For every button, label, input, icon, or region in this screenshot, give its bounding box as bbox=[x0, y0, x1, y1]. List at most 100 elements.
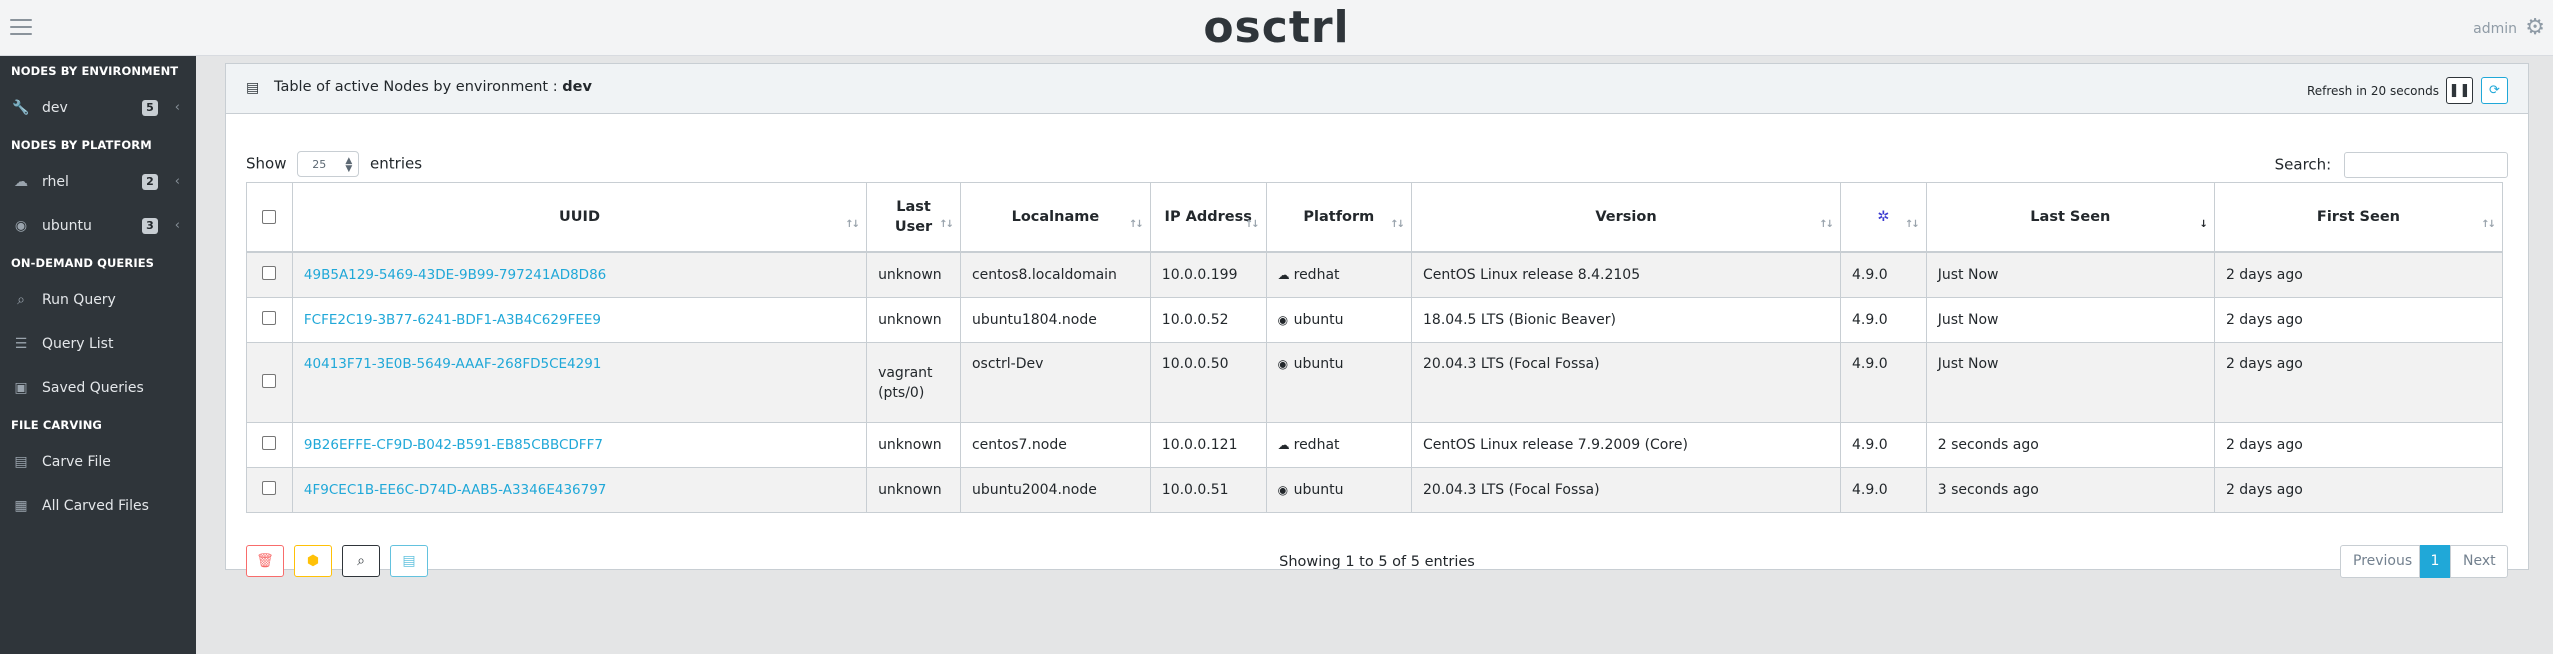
chevron-left-icon: ‹ bbox=[174, 100, 180, 115]
select-all-checkbox[interactable] bbox=[262, 210, 277, 224]
column-header-version[interactable]: Version ↑↓ bbox=[1411, 182, 1841, 253]
sidebar-item-run-query[interactable]: ⌕ Run Query bbox=[0, 278, 196, 322]
sidebar-item-label: Saved Queries bbox=[42, 380, 144, 396]
sort-icon: ↑↓ bbox=[1129, 219, 1144, 230]
menu-toggle-icon[interactable] bbox=[10, 19, 32, 37]
first-seen-cell: 2 days ago bbox=[2213, 467, 2504, 513]
sidebar-item-label: Carve File bbox=[42, 454, 111, 470]
column-header-uuid[interactable]: UUID ↑↓ bbox=[291, 182, 868, 253]
uuid-cell: 4F9CEC1B-EE6C-D74D-AAB5-A3346E436797 bbox=[291, 467, 868, 513]
first-seen-cell: 2 days ago bbox=[2213, 422, 2504, 468]
search-label: Search: bbox=[2274, 155, 2332, 174]
localname-cell: centos7.node bbox=[959, 422, 1151, 468]
node-uuid-link[interactable]: 49B5A129-5469-43DE-9B99-797241AD8D86 bbox=[304, 267, 606, 283]
page-length-select[interactable]: 25 ▲ ▼ bbox=[297, 151, 360, 177]
column-header-last-seen[interactable]: Last Seen ↓ bbox=[1925, 182, 2215, 253]
redhat-icon: ☁ bbox=[1277, 268, 1290, 282]
sidebar-item-saved-queries[interactable]: ▣ Saved Queries bbox=[0, 366, 196, 410]
table-row: 9B26EFFE-CF9D-B042-B591-EB85CBBCDFF7 unk… bbox=[246, 422, 2504, 468]
query-nodes-button[interactable]: ⌕ bbox=[342, 545, 380, 577]
node-uuid-link[interactable]: 4F9CEC1B-EE6C-D74D-AAB5-A3346E436797 bbox=[304, 482, 606, 498]
delete-nodes-button[interactable]: 🗑 bbox=[246, 545, 284, 577]
panel-title-env: dev bbox=[562, 79, 592, 95]
carve-nodes-button[interactable]: ▤ bbox=[390, 545, 428, 577]
sort-icon: ↑↓ bbox=[1904, 219, 1920, 230]
gear-icon[interactable]: ⚙ bbox=[2525, 15, 2545, 40]
count-badge: 2 bbox=[142, 174, 158, 190]
column-header-ip-address[interactable]: IP Address ↑↓ bbox=[1149, 182, 1267, 253]
column-label: Last Seen bbox=[2030, 209, 2111, 225]
row-checkbox[interactable] bbox=[262, 373, 277, 388]
page-1-button[interactable]: 1 bbox=[2420, 545, 2450, 578]
select-arrows-icon: ▲ ▼ bbox=[345, 156, 353, 174]
row-checkbox[interactable] bbox=[262, 311, 277, 325]
nodes-table: UUID ↑↓ Last User ↑↓ Localname ↑↓ IP Addres… bbox=[246, 182, 2504, 513]
next-page-button[interactable]: Next bbox=[2450, 545, 2508, 578]
refresh-button[interactable]: ⟳ bbox=[2481, 77, 2508, 104]
sidebar-item-dev[interactable]: 🔧 dev 5 ‹ bbox=[0, 86, 196, 130]
sidebar-item-query-list[interactable]: ☰ Query List bbox=[0, 322, 196, 366]
last-user-cell: unknown bbox=[866, 251, 961, 298]
osquery-version-cell: 4.9.0 bbox=[1840, 342, 1927, 423]
ip-cell: 10.0.0.121 bbox=[1149, 422, 1267, 468]
osquery-version-cell: 4.9.0 bbox=[1840, 422, 1927, 468]
panel-header: ▤ Table of active Nodes by environment :… bbox=[226, 64, 2528, 114]
sort-icon: ↑↓ bbox=[2481, 219, 2496, 230]
node-uuid-link[interactable]: 9B26EFFE-CF9D-B042-B591-EB85CBBCDFF7 bbox=[304, 437, 603, 453]
search-input[interactable] bbox=[2344, 152, 2508, 178]
osquery-version-cell: 4.9.0 bbox=[1840, 297, 1927, 343]
uuid-cell: 49B5A129-5469-43DE-9B99-797241AD8D86 bbox=[291, 251, 868, 298]
page-length-value: 25 bbox=[312, 158, 327, 171]
platform-cell: ◉ ubuntu bbox=[1265, 342, 1413, 423]
sidebar-item-ubuntu[interactable]: ◉ ubuntu 3 ‹ bbox=[0, 204, 196, 248]
sidebar-item-carve-file[interactable]: ▤ Carve File bbox=[0, 440, 196, 484]
localname-cell: centos8.localdomain bbox=[959, 251, 1151, 298]
sort-icon: ↑↓ bbox=[1819, 219, 1834, 230]
entries-label: entries bbox=[370, 154, 423, 173]
last-user-cell: unknown bbox=[866, 467, 961, 513]
row-checkbox[interactable] bbox=[262, 436, 277, 450]
search-icon: ⌕ bbox=[17, 292, 25, 308]
column-header-last-user[interactable]: Last User ↑↓ bbox=[866, 182, 961, 253]
table-row: 4F9CEC1B-EE6C-D74D-AAB5-A3346E436797 unk… bbox=[246, 467, 2504, 513]
node-uuid-link[interactable]: 40413F71-3E0B-5649-AAAF-268FD5CE4291 bbox=[304, 356, 601, 372]
platform-cell: ☁ redhat bbox=[1265, 251, 1413, 298]
osquery-version-cell: 4.9.0 bbox=[1840, 467, 1927, 513]
platform-label: redhat bbox=[1293, 267, 1340, 283]
platform-label: ubuntu bbox=[1293, 312, 1344, 328]
node-uuid-link[interactable]: FCFE2C19-3B77-6241-BDF1-A3B4C629FEE9 bbox=[304, 312, 601, 328]
pagination: Previous 1 Next bbox=[2340, 545, 2508, 578]
sidebar-item-rhel[interactable]: ☁ rhel 2 ‹ bbox=[0, 160, 196, 204]
chevron-left-icon: ‹ bbox=[174, 218, 180, 233]
tag-icon: ⬢ bbox=[306, 553, 320, 569]
last-user-cell: unknown bbox=[866, 422, 961, 468]
trash-icon: 🗑 bbox=[256, 553, 274, 569]
column-label: IP Address bbox=[1164, 209, 1252, 225]
ip-cell: 10.0.0.51 bbox=[1149, 467, 1267, 513]
list-icon: ☰ bbox=[14, 336, 28, 352]
column-header-localname[interactable]: Localname ↑↓ bbox=[959, 182, 1151, 253]
nav-section-title: FILE CARVING bbox=[11, 418, 102, 432]
redhat-icon: ☁ bbox=[1277, 438, 1290, 452]
nav-section-title: NODES BY ENVIRONMENT bbox=[11, 64, 179, 78]
last-seen-cell: 2 seconds ago bbox=[1925, 422, 2215, 468]
pause-refresh-button[interactable]: ❚❚ bbox=[2446, 77, 2473, 104]
search-control: Search: bbox=[2275, 152, 2508, 178]
sidebar-item-label: rhel bbox=[42, 174, 69, 190]
version-cell: 18.04.5 LTS (Bionic Beaver) bbox=[1411, 297, 1841, 343]
column-header-platform[interactable]: Platform ↑↓ bbox=[1265, 182, 1413, 253]
file-icon: ▤ bbox=[14, 454, 28, 470]
column-header-osquery[interactable]: ✲ ↑↓ bbox=[1840, 182, 1927, 253]
first-seen-cell: 2 days ago bbox=[2213, 297, 2504, 343]
row-select-cell bbox=[246, 467, 293, 513]
column-header-first-seen[interactable]: First Seen ↑↓ bbox=[2213, 182, 2504, 253]
previous-page-button[interactable]: Previous bbox=[2340, 545, 2420, 578]
user-menu[interactable]: admin bbox=[2473, 21, 2517, 37]
row-checkbox[interactable] bbox=[262, 481, 277, 495]
tag-nodes-button[interactable]: ⬢ bbox=[294, 545, 332, 577]
row-checkbox[interactable] bbox=[262, 266, 277, 280]
save-icon: ▣ bbox=[14, 380, 28, 396]
sidebar-item-label: All Carved Files bbox=[42, 498, 149, 514]
version-cell: 20.04.3 LTS (Focal Fossa) bbox=[1411, 467, 1841, 513]
sidebar-item-all-carved-files[interactable]: ▦ All Carved Files bbox=[0, 484, 196, 528]
